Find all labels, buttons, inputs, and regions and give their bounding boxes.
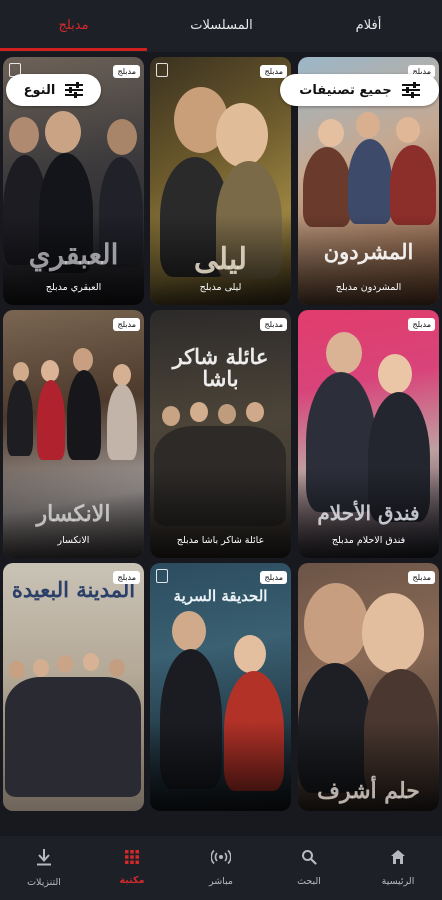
dubbed-badge: مدبلج — [408, 318, 435, 331]
poster-figure — [107, 384, 137, 460]
poster-figure — [45, 111, 81, 153]
poster-figure — [67, 370, 101, 460]
nav-library-label: مكتبة — [119, 875, 145, 886]
watermark-icon — [156, 63, 168, 77]
poster-shade — [150, 721, 291, 811]
dubbed-badge: مدبلج — [113, 318, 140, 331]
poster-figure — [396, 117, 420, 143]
poster-figure — [190, 402, 208, 422]
poster-figure — [109, 659, 125, 677]
poster-figure — [362, 593, 424, 673]
nav-search[interactable]: البحث — [265, 840, 353, 896]
genre-filter[interactable]: النوع — [6, 74, 101, 106]
library-icon — [125, 850, 139, 867]
dubbed-badge: مدبلج — [113, 65, 140, 78]
poster-figure — [234, 635, 266, 673]
nav-search-label: البحث — [297, 876, 321, 887]
card-title: فندق الاحلام مدبلج — [331, 535, 406, 546]
poster-figure — [107, 119, 137, 155]
tab-dubbed[interactable]: مدبلج — [0, 0, 147, 50]
dubbed-badge: مدبلج — [260, 65, 287, 78]
poster-figure — [33, 659, 49, 677]
active-tab-indicator — [0, 48, 147, 51]
content-card[interactable]: عائلة شاكر باشا مدبلج عائلة شاكر باشا مد… — [150, 310, 291, 558]
poster-title: المشردون — [323, 238, 414, 264]
filter-sliders-icon — [65, 82, 84, 98]
search-icon — [301, 849, 317, 868]
poster-figure — [246, 402, 264, 422]
nav-downloads-label: التنزيلات — [27, 877, 61, 888]
content-card[interactable]: المدينة البعيدة مدبلج — [3, 563, 144, 811]
card-title: الانكسار — [57, 535, 90, 546]
dubbed-badge: مدبلج — [260, 571, 287, 584]
poster-title: حلم أشرف — [317, 777, 420, 804]
all-categories-label: جميع تصنيفات — [299, 82, 392, 98]
poster-figure — [172, 611, 206, 651]
poster-figure — [348, 139, 392, 224]
poster-figure — [304, 583, 368, 665]
tab-movies[interactable]: أفلام — [295, 0, 442, 50]
poster-title: عائلة شاكر باشا — [172, 344, 269, 392]
card-title: المشردون مدبلج — [335, 282, 402, 293]
nav-downloads[interactable]: التنزيلات — [0, 840, 88, 896]
poster-figure — [356, 112, 380, 138]
poster-figure — [390, 145, 436, 225]
filter-sliders-icon — [401, 82, 420, 98]
poster-figure — [378, 354, 412, 394]
all-categories-filter[interactable]: جميع تصنيفات — [280, 74, 439, 106]
poster-figure — [41, 360, 59, 382]
content-card[interactable]: ليلى مدبلج ليلى مدبلج — [150, 57, 291, 305]
poster-figure — [216, 103, 268, 167]
dubbed-badge: مدبلج — [260, 318, 287, 331]
poster-figure — [5, 677, 141, 797]
content-card[interactable]: الانكسار مدبلج الانكسار — [3, 310, 144, 558]
content-card[interactable]: فندق الأحلام مدبلج فندق الاحلام مدبلج — [298, 310, 439, 558]
home-icon — [390, 849, 406, 868]
nav-live-label: مباشر — [208, 876, 234, 887]
live-icon — [210, 849, 232, 868]
poster-figure — [83, 653, 99, 671]
nav-live[interactable]: مباشر — [177, 840, 265, 896]
poster-title: ليلى — [193, 241, 248, 277]
nav-home-label: الرئيسية — [381, 876, 415, 887]
tab-series[interactable]: المسلسلات — [148, 0, 295, 50]
content-grid: المشردون مدبلج المشردون مدبلج ليلى مدبلج… — [0, 52, 442, 842]
content-card[interactable]: الحديقة السرية مدبلج — [150, 563, 291, 811]
bottom-navigation: الرئيسية البحث مباشر مكتبة التنزيلات — [0, 836, 442, 900]
poster-figure — [37, 380, 65, 460]
card-title: العبقري مدبلج — [45, 282, 102, 293]
card-title: ليلى مدبلج — [199, 282, 242, 293]
poster-title: فندق الأحلام — [317, 501, 420, 525]
poster-title: الانكسار — [36, 500, 111, 527]
nav-home[interactable]: الرئيسية — [354, 840, 442, 896]
poster-figure — [7, 380, 33, 456]
poster-figure — [73, 348, 93, 372]
poster-figure — [57, 655, 73, 673]
poster-figure — [113, 364, 131, 386]
genre-label: النوع — [23, 82, 56, 98]
dubbed-badge: مدبلج — [113, 571, 140, 584]
poster-figure — [9, 661, 25, 679]
poster-figure — [13, 362, 29, 382]
poster-figure — [162, 406, 180, 426]
content-card[interactable]: حلم أشرف مدبلج — [298, 563, 439, 811]
card-title: عائلة شاكر باشا مدبلج — [176, 535, 265, 546]
poster-figure — [218, 404, 236, 424]
watermark-icon — [156, 569, 168, 583]
poster-figure — [9, 117, 39, 153]
download-icon — [36, 848, 52, 869]
poster-figure — [318, 119, 344, 147]
dubbed-badge: مدبلج — [408, 571, 435, 584]
poster-title: الحديقة السرية — [173, 587, 268, 605]
poster-figure — [326, 332, 362, 374]
poster-title: العبقري — [28, 237, 119, 271]
nav-library[interactable]: مكتبة — [88, 840, 176, 896]
top-tab-bar: أفلام المسلسلات مدبلج — [0, 0, 442, 52]
